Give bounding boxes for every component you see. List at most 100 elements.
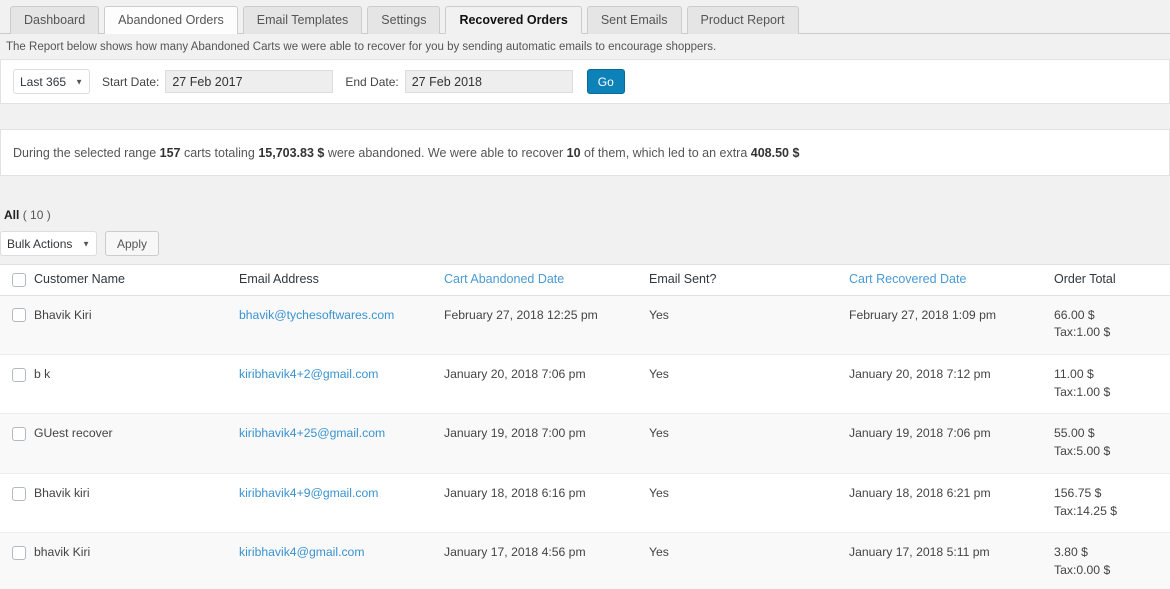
summary-recovered-count: 10 xyxy=(567,146,581,160)
cell-cart-abandoned-date: January 18, 2018 6:16 pm xyxy=(444,473,649,532)
order-total-tax: Tax:1.00 $ xyxy=(1054,324,1170,342)
row-checkbox[interactable] xyxy=(12,546,26,560)
tab-settings[interactable]: Settings xyxy=(367,6,440,34)
apply-button[interactable]: Apply xyxy=(105,231,159,256)
email-link[interactable]: bhavik@tychesoftwares.com xyxy=(239,308,394,322)
tab-recovered-orders[interactable]: Recovered Orders xyxy=(445,6,581,34)
start-date-input[interactable] xyxy=(165,70,333,93)
summary-panel: During the selected range 157 carts tota… xyxy=(0,129,1170,176)
cell-cart-recovered-date: January 19, 2018 7:06 pm xyxy=(849,414,1054,473)
table-row: Bhavik Kiribhavik@tychesoftwares.com Febr… xyxy=(0,295,1170,354)
tab-email-templates[interactable]: Email Templates xyxy=(243,6,362,34)
summary-extra-amount: 408.50 $ xyxy=(751,146,800,160)
bulk-actions-row: Bulk Actions ▼ Apply xyxy=(0,222,1170,264)
date-range-select[interactable]: Last 365 xyxy=(13,69,90,94)
order-total-tax: Tax:5.00 $ xyxy=(1054,443,1170,461)
cell-order-total: 156.75 $Tax:14.25 $ xyxy=(1054,473,1170,532)
header-email-sent: Email Sent? xyxy=(649,265,849,296)
cell-email-address: kiribhavik4+2@gmail.com xyxy=(239,355,444,414)
tab-abandoned-orders[interactable]: Abandoned Orders xyxy=(104,6,238,34)
recovered-orders-table: Customer Name Email Address Cart Abandon… xyxy=(0,264,1170,589)
start-date-label: Start Date: xyxy=(102,75,159,89)
order-total-amount: 11.00 $ xyxy=(1054,366,1170,384)
list-controls: All ( 10 ) Bulk Actions ▼ Apply xyxy=(0,198,1170,264)
table-head: Customer Name Email Address Cart Abandon… xyxy=(0,265,1170,296)
cell-email-sent: Yes xyxy=(649,473,849,532)
summary-mid-2: were abandoned. We were able to recover xyxy=(324,146,566,160)
row-select-cell xyxy=(0,295,34,354)
select-all-checkbox[interactable] xyxy=(12,273,26,287)
email-link[interactable]: kiribhavik4+25@gmail.com xyxy=(239,426,385,440)
order-total-tax: Tax:14.25 $ xyxy=(1054,503,1170,521)
bulk-actions-select-wrapper[interactable]: Bulk Actions ▼ xyxy=(0,231,97,256)
summary-mid-1: carts totaling xyxy=(180,146,258,160)
cell-customer-name: b k xyxy=(34,355,239,414)
bulk-actions-select[interactable]: Bulk Actions xyxy=(0,231,97,256)
row-select-cell xyxy=(0,533,34,589)
header-cart-recovered-date[interactable]: Cart Recovered Date xyxy=(849,265,1054,296)
filter-all-count: ( 10 ) xyxy=(23,208,51,222)
summary-total-abandoned: 15,703.83 $ xyxy=(258,146,324,160)
summary-mid-3: of them, which led to an extra xyxy=(581,146,751,160)
order-total-tax: Tax:1.00 $ xyxy=(1054,384,1170,402)
table-row: b kkiribhavik4+2@gmail.com January 20, 20… xyxy=(0,355,1170,414)
table-body: Bhavik Kiribhavik@tychesoftwares.com Febr… xyxy=(0,295,1170,589)
cell-customer-name: GUest recover xyxy=(34,414,239,473)
page-description: The Report below shows how many Abandone… xyxy=(0,34,1170,59)
cell-cart-abandoned-date: January 19, 2018 7:00 pm xyxy=(444,414,649,473)
cell-cart-abandoned-date: January 17, 2018 4:56 pm xyxy=(444,533,649,589)
filter-link-all[interactable]: All xyxy=(4,208,19,222)
panel-gap-1 xyxy=(0,104,1170,129)
cell-order-total: 66.00 $Tax:1.00 $ xyxy=(1054,295,1170,354)
cell-email-sent: Yes xyxy=(649,295,849,354)
cell-order-total: 3.80 $Tax:0.00 $ xyxy=(1054,533,1170,589)
tab-bar: DashboardAbandoned OrdersEmail Templates… xyxy=(0,0,1170,34)
row-select-cell xyxy=(0,473,34,532)
end-date-input[interactable] xyxy=(405,70,573,93)
row-checkbox[interactable] xyxy=(12,487,26,501)
order-total-amount: 3.80 $ xyxy=(1054,544,1170,562)
email-link[interactable]: kiribhavik4@gmail.com xyxy=(239,545,364,559)
cell-email-sent: Yes xyxy=(649,414,849,473)
row-checkbox[interactable] xyxy=(12,368,26,382)
order-total-tax: Tax:0.00 $ xyxy=(1054,562,1170,580)
cell-cart-recovered-date: January 20, 2018 7:12 pm xyxy=(849,355,1054,414)
row-checkbox[interactable] xyxy=(12,427,26,441)
email-link[interactable]: kiribhavik4+2@gmail.com xyxy=(239,367,378,381)
tab-dashboard[interactable]: Dashboard xyxy=(10,6,99,34)
cell-order-total: 55.00 $Tax:5.00 $ xyxy=(1054,414,1170,473)
table-row: GUest recoverkiribhavik4+25@gmail.com Jan… xyxy=(0,414,1170,473)
order-total-amount: 156.75 $ xyxy=(1054,485,1170,503)
panel-gap-2 xyxy=(0,176,1170,198)
row-checkbox[interactable] xyxy=(12,308,26,322)
cell-email-address: kiribhavik4+25@gmail.com xyxy=(239,414,444,473)
tab-product-report[interactable]: Product Report xyxy=(687,6,799,34)
email-link[interactable]: kiribhavik4+9@gmail.com xyxy=(239,486,378,500)
order-total-amount: 66.00 $ xyxy=(1054,307,1170,325)
cell-customer-name: Bhavik kiri xyxy=(34,473,239,532)
date-range-select-wrapper[interactable]: Last 365 ▼ xyxy=(13,69,90,94)
table-header-row: Customer Name Email Address Cart Abandon… xyxy=(0,265,1170,296)
cell-customer-name: Bhavik Kiri xyxy=(34,295,239,354)
cell-email-address: bhavik@tychesoftwares.com xyxy=(239,295,444,354)
cell-cart-recovered-date: January 17, 2018 5:11 pm xyxy=(849,533,1054,589)
header-customer-name: Customer Name xyxy=(34,265,239,296)
tab-sent-emails[interactable]: Sent Emails xyxy=(587,6,682,34)
cell-cart-abandoned-date: February 27, 2018 12:25 pm xyxy=(444,295,649,354)
header-email-address: Email Address xyxy=(239,265,444,296)
header-order-total: Order Total xyxy=(1054,265,1170,296)
go-button[interactable]: Go xyxy=(587,69,625,94)
status-filter-links: All ( 10 ) xyxy=(0,198,1170,222)
cell-customer-name: bhavik Kiri xyxy=(34,533,239,589)
summary-prefix: During the selected range xyxy=(13,146,160,160)
order-total-amount: 55.00 $ xyxy=(1054,425,1170,443)
summary-carts-count: 157 xyxy=(160,146,181,160)
cell-cart-recovered-date: February 27, 2018 1:09 pm xyxy=(849,295,1054,354)
cell-email-address: kiribhavik4@gmail.com xyxy=(239,533,444,589)
header-cart-abandoned-date[interactable]: Cart Abandoned Date xyxy=(444,265,649,296)
summary-text: During the selected range 157 carts tota… xyxy=(13,146,799,160)
end-date-label: End Date: xyxy=(345,75,398,89)
cell-email-sent: Yes xyxy=(649,355,849,414)
table-row: Bhavik kirikiribhavik4+9@gmail.com Januar… xyxy=(0,473,1170,532)
select-all-header xyxy=(0,265,34,296)
